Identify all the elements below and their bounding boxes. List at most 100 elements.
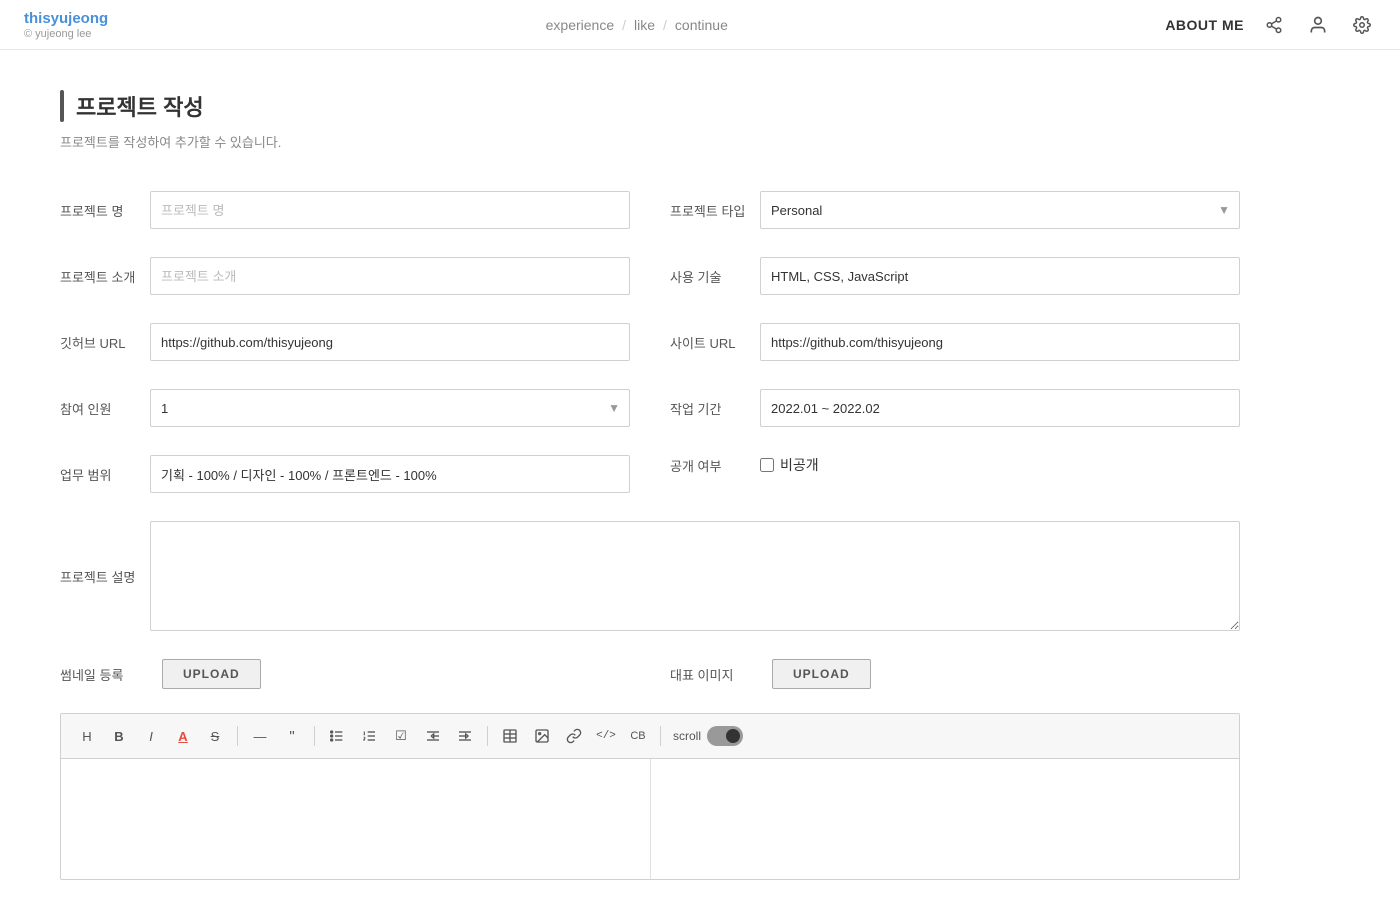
logo[interactable]: thisyujeong © yujeong lee — [24, 10, 108, 40]
image-button[interactable] — [528, 722, 556, 750]
scroll-toggle[interactable] — [707, 726, 743, 746]
project-type-field: 프로젝트 타입 Personal Team Toy ▼ — [670, 191, 1240, 229]
project-intro-input[interactable] — [150, 257, 630, 295]
tech-label: 사용 기술 — [670, 267, 760, 286]
page-title-bar: 프로젝트 작성 — [60, 90, 1240, 122]
participants-select[interactable]: 1 2 3 4 5 — [150, 389, 630, 427]
github-url-label: 깃허브 URL — [60, 333, 150, 352]
scope-input[interactable] — [150, 455, 630, 493]
duration-field: 작업 기간 — [670, 389, 1240, 427]
editor-left-pane[interactable] — [61, 759, 651, 879]
thumbnail-field: 썸네일 등록 UPLOAD — [60, 659, 630, 689]
header-right: ABOUT ME — [1165, 11, 1376, 39]
main-content: 프로젝트 작성 프로젝트를 작성하여 추가할 수 있습니다. 프로젝트 명 프로… — [0, 50, 1300, 920]
project-name-input[interactable] — [150, 191, 630, 229]
toolbar-sep-4 — [660, 726, 661, 746]
project-name-label: 프로젝트 명 — [60, 201, 150, 220]
code-button[interactable]: </> — [592, 722, 620, 750]
cb-button[interactable]: CB — [624, 722, 652, 750]
heading-button[interactable]: H — [73, 722, 101, 750]
project-intro-label: 프로젝트 소개 — [60, 267, 150, 286]
nav-continue[interactable]: continue — [675, 17, 728, 33]
project-type-label: 프로젝트 타입 — [670, 201, 760, 220]
visibility-checkbox[interactable] — [760, 458, 774, 472]
upload-row: 썸네일 등록 UPLOAD 대표 이미지 UPLOAD — [60, 659, 1240, 689]
duration-input[interactable] — [760, 389, 1240, 427]
unordered-list-button[interactable] — [323, 722, 351, 750]
page-subtitle: 프로젝트를 작성하여 추가할 수 있습니다. — [60, 132, 1240, 151]
header: thisyujeong © yujeong lee experience / l… — [0, 0, 1400, 50]
form-row-description: 프로젝트 설명 — [60, 521, 1240, 631]
visibility-label: 공개 여부 — [670, 456, 760, 475]
project-intro-field: 프로젝트 소개 — [60, 257, 630, 295]
site-url-field: 사이트 URL — [670, 323, 1240, 361]
project-type-select-wrap: Personal Team Toy ▼ — [760, 191, 1240, 229]
rich-text-editor: H B I A S — " ☑ — [60, 713, 1240, 880]
tech-input[interactable] — [760, 257, 1240, 295]
about-me-link[interactable]: ABOUT ME — [1165, 17, 1244, 33]
strikethrough-button[interactable]: S — [201, 722, 229, 750]
visibility-checkbox-wrap: 비공개 — [760, 455, 819, 475]
share-icon[interactable] — [1260, 11, 1288, 39]
italic-button[interactable]: I — [137, 722, 165, 750]
nav-like[interactable]: like — [634, 17, 655, 33]
github-url-field: 깃허브 URL — [60, 323, 630, 361]
project-type-select[interactable]: Personal Team Toy — [760, 191, 1240, 229]
description-field: 프로젝트 설명 — [60, 521, 1240, 631]
thumbnail-label: 썸네일 등록 — [60, 665, 150, 684]
cover-upload-button[interactable]: UPLOAD — [772, 659, 871, 689]
project-form: 프로젝트 명 프로젝트 타입 Personal Team Toy ▼ 프로젝트 … — [60, 191, 1240, 689]
form-row-2: 프로젝트 소개 사용 기술 — [60, 257, 1240, 295]
site-url-label: 사이트 URL — [670, 333, 760, 352]
form-row-4: 참여 인원 1 2 3 4 5 ▼ 작업 기간 — [60, 389, 1240, 427]
color-button[interactable]: A — [169, 722, 197, 750]
project-name-field: 프로젝트 명 — [60, 191, 630, 229]
participants-select-wrap: 1 2 3 4 5 ▼ — [150, 389, 630, 427]
description-label: 프로젝트 설명 — [60, 567, 150, 586]
github-url-input[interactable] — [150, 323, 630, 361]
title-accent — [60, 90, 64, 122]
form-row-5: 업무 범위 공개 여부 비공개 — [60, 455, 1240, 493]
logo-name: thisyujeong — [24, 10, 108, 28]
indent-out-button[interactable] — [451, 722, 479, 750]
editor-right-pane — [651, 759, 1240, 879]
logo-sub: © yujeong lee — [24, 28, 108, 40]
settings-icon[interactable] — [1348, 11, 1376, 39]
visibility-field: 공개 여부 비공개 — [670, 455, 1240, 475]
thumbnail-upload-button[interactable]: UPLOAD — [162, 659, 261, 689]
scope-field: 업무 범위 — [60, 455, 630, 493]
scroll-toggle-wrap: scroll — [673, 726, 743, 746]
toolbar-sep-3 — [487, 726, 488, 746]
participants-field: 참여 인원 1 2 3 4 5 ▼ — [60, 389, 630, 427]
page-title: 프로젝트 작성 — [76, 90, 204, 122]
form-row-1: 프로젝트 명 프로젝트 타입 Personal Team Toy ▼ — [60, 191, 1240, 229]
toolbar-sep-2 — [314, 726, 315, 746]
scope-label: 업무 범위 — [60, 465, 150, 484]
table-button[interactable] — [496, 722, 524, 750]
description-textarea[interactable] — [150, 521, 1240, 631]
user-icon[interactable] — [1304, 11, 1332, 39]
cover-field: 대표 이미지 UPLOAD — [670, 659, 1240, 689]
link-button[interactable] — [560, 722, 588, 750]
duration-label: 작업 기간 — [670, 399, 760, 418]
form-row-3: 깃허브 URL 사이트 URL — [60, 323, 1240, 361]
breadcrumb-nav: experience / like / continue — [546, 17, 728, 33]
editor-body — [61, 759, 1239, 879]
tech-field: 사용 기술 — [670, 257, 1240, 295]
nav-sep-2: / — [663, 17, 667, 33]
checkbox-button[interactable]: ☑ — [387, 722, 415, 750]
divider-button[interactable]: — — [246, 722, 274, 750]
nav-experience[interactable]: experience — [546, 17, 615, 33]
scroll-toggle-label: scroll — [673, 729, 701, 743]
visibility-checkbox-label: 비공개 — [780, 455, 819, 475]
participants-label: 참여 인원 — [60, 399, 150, 418]
ordered-list-button[interactable] — [355, 722, 383, 750]
nav-sep-1: / — [622, 17, 626, 33]
indent-in-button[interactable] — [419, 722, 447, 750]
site-url-input[interactable] — [760, 323, 1240, 361]
bold-button[interactable]: B — [105, 722, 133, 750]
toolbar-sep-1 — [237, 726, 238, 746]
quote-button[interactable]: " — [278, 722, 306, 750]
cover-label: 대표 이미지 — [670, 665, 760, 684]
editor-toolbar: H B I A S — " ☑ — [61, 714, 1239, 759]
